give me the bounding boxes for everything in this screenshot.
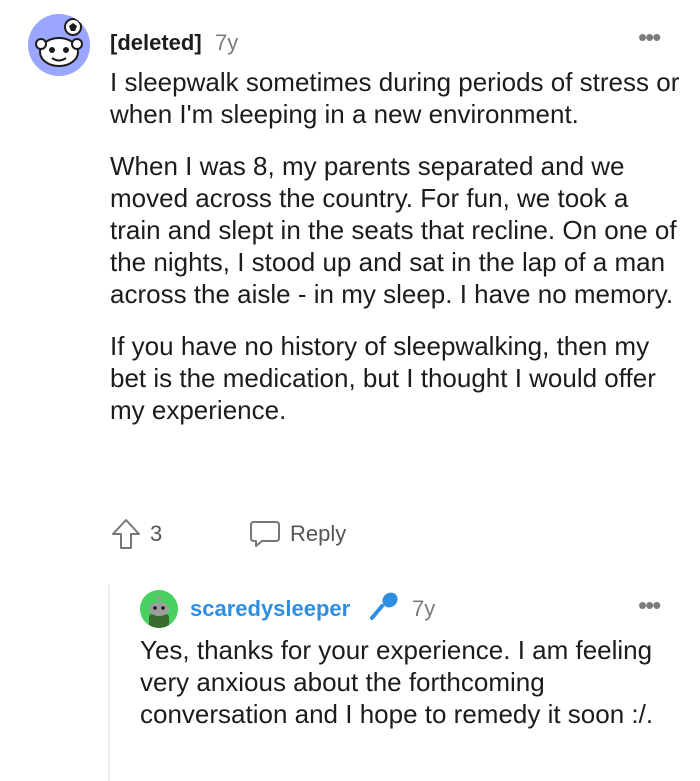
- avatar[interactable]: [28, 14, 90, 76]
- reply-button[interactable]: Reply: [248, 519, 346, 549]
- vote-count: 3: [150, 521, 163, 546]
- snoo-green-avatar-icon: [140, 590, 178, 628]
- more-options-icon[interactable]: •••: [638, 590, 661, 621]
- comment-actions: 3 Reply: [110, 516, 346, 552]
- comment-paragraph: I sleepwalk sometimes during periods of …: [110, 67, 680, 129]
- microphone-icon: [368, 590, 400, 622]
- reply-avatar[interactable]: [140, 590, 178, 628]
- thread-line[interactable]: [108, 585, 110, 781]
- reply-username[interactable]: scaredysleeper: [190, 596, 350, 622]
- comment-timestamp: 7y: [215, 30, 239, 55]
- comment-paragraph: If you have no history of sleepwalking, …: [110, 331, 656, 425]
- snoo-avatar-icon: [28, 14, 90, 76]
- reply-body: Yes, thanks for your experience. I am fe…: [140, 634, 675, 730]
- reply-paragraph: Yes, thanks for your experience. I am fe…: [140, 635, 654, 729]
- reply-timestamp: 7y: [412, 596, 436, 621]
- upvote-arrow-icon[interactable]: [110, 517, 142, 551]
- comment-username[interactable]: [deleted]: [110, 30, 202, 56]
- comment-body: I sleepwalk sometimes during periods of …: [110, 66, 680, 446]
- chat-bubble-icon: [248, 519, 282, 549]
- comment-paragraph: When I was 8, my parents separated and w…: [110, 151, 677, 309]
- more-options-icon[interactable]: •••: [638, 22, 661, 53]
- reply-label: Reply: [290, 521, 347, 546]
